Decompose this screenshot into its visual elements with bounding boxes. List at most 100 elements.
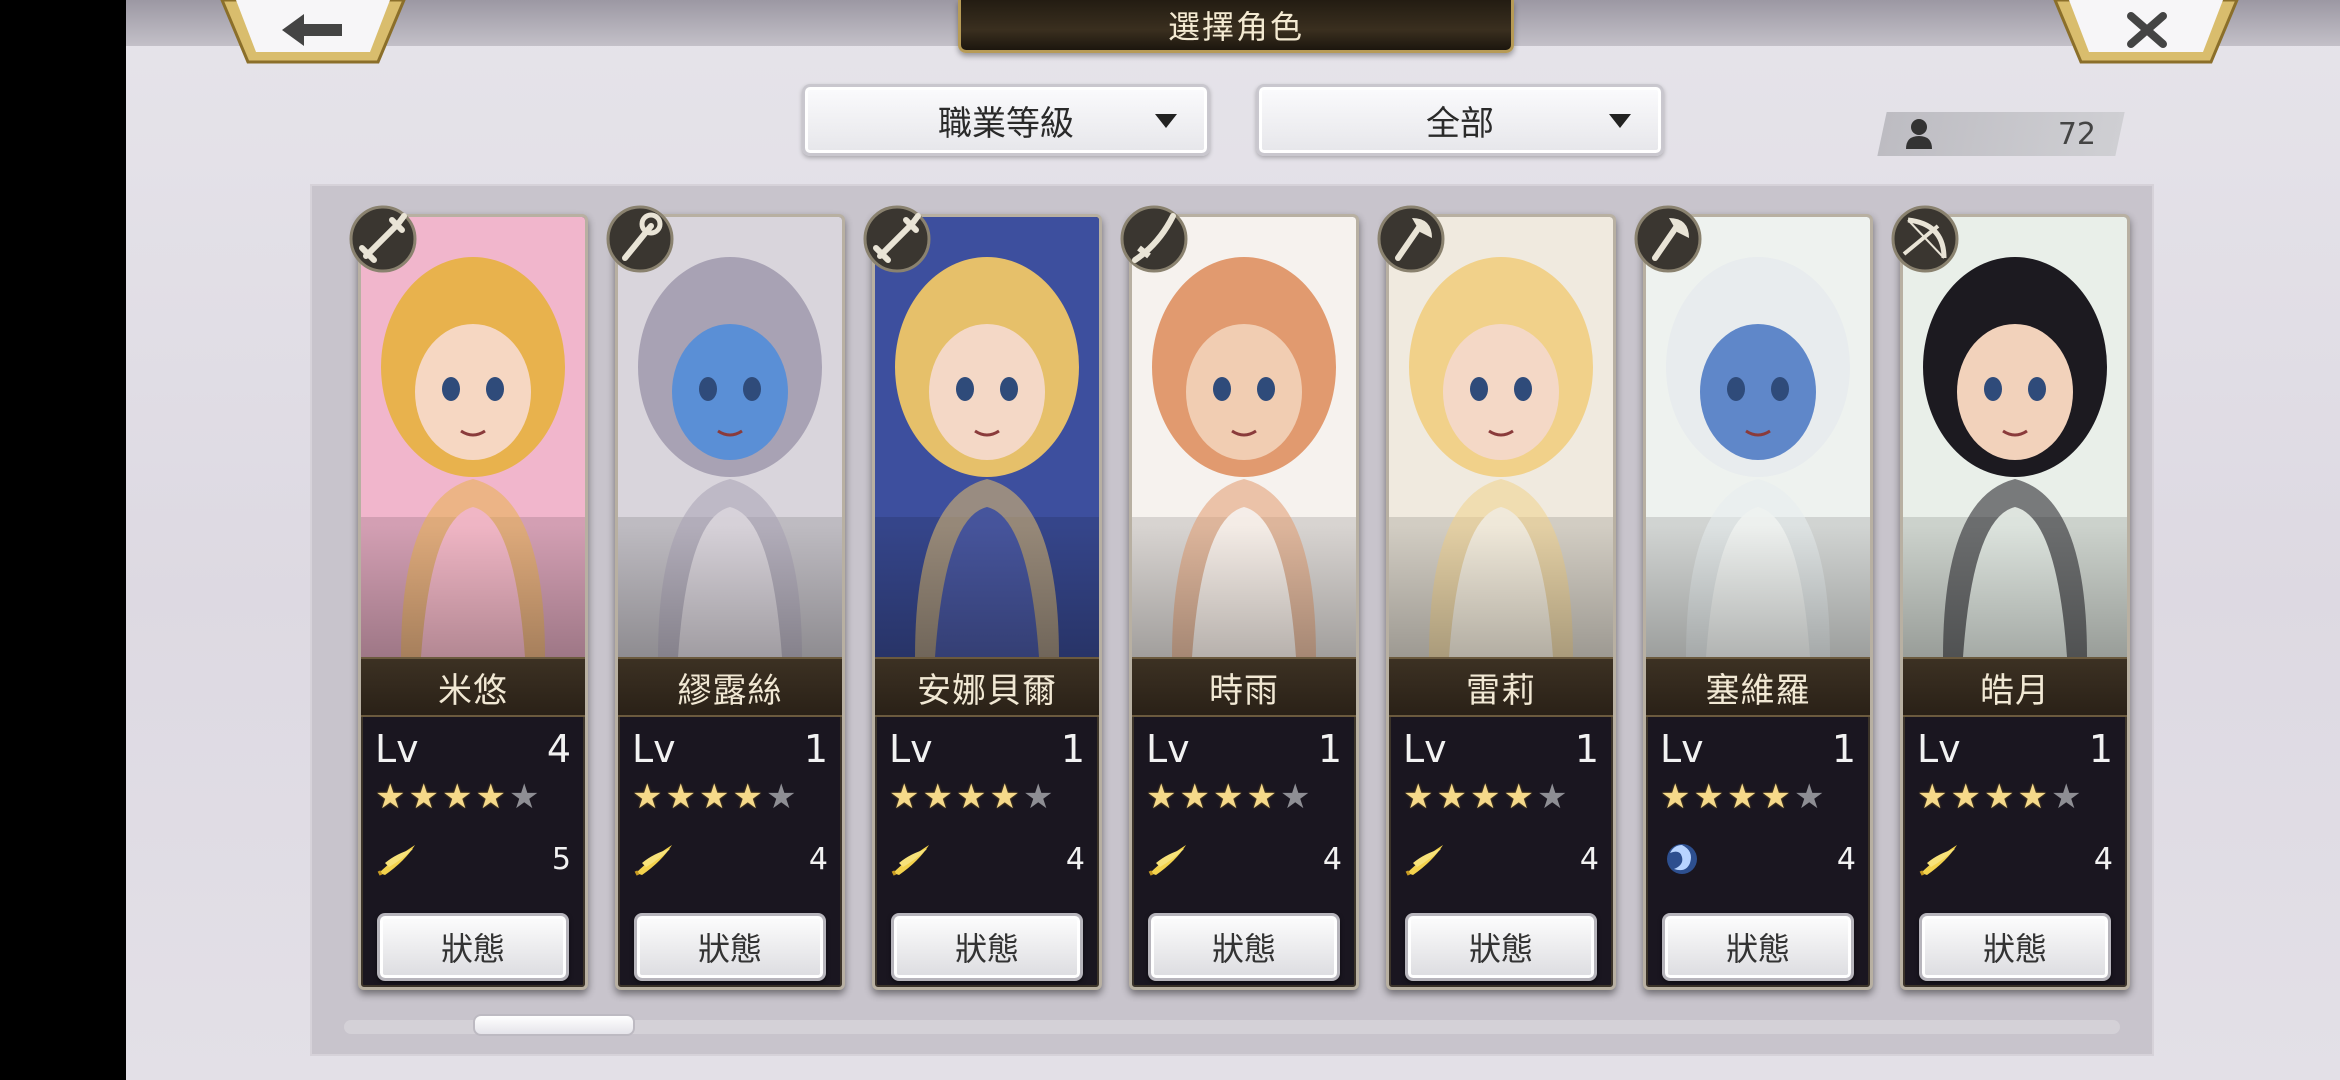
status-button[interactable]: 狀態 [891,913,1083,981]
element-row: 4 [632,837,828,881]
scrollbar-thumb[interactable] [473,1014,636,1036]
level-label: Lv [1403,727,1447,771]
character-card[interactable]: 繆露絲 Lv 1 ★ ★ ★ ★ ★ 4 狀態 [615,214,845,990]
status-button[interactable]: 狀態 [1148,913,1340,981]
character-portrait [1132,217,1356,657]
character-portrait [875,217,1099,657]
star-filled-icon: ★ [1917,777,1948,817]
star-empty-icon: ★ [1536,777,1568,817]
element-count: 4 [1579,841,1599,877]
person-icon [1906,119,1932,149]
wind-element-icon [1148,845,1186,876]
character-portrait-frame [1389,217,1613,657]
element-row: 4 [1917,837,2113,881]
star-filled-icon: ★ [955,777,987,817]
character-card[interactable]: 皓月 Lv 1 ★ ★ ★ ★ ★ 4 狀態 [1900,214,2130,990]
star-filled-icon: ★ [1660,777,1691,817]
level-label: Lv [1146,727,1190,771]
character-portrait [361,217,585,657]
character-card[interactable]: 米悠 Lv 4 ★ ★ ★ ★ ★ 5 狀態 [358,214,588,990]
star-filled-icon: ★ [732,777,763,817]
character-portrait [618,217,842,657]
character-stats: Lv 4 ★ ★ ★ ★ ★ 5 狀態 [361,715,585,987]
level-value: 1 [1831,727,1856,771]
star-filled-icon: ★ [1246,777,1277,817]
star-filled-icon: ★ [1983,777,2015,817]
sword-icon [862,204,932,274]
status-button[interactable]: 狀態 [377,913,569,981]
character-stats: Lv 1 ★ ★ ★ ★ ★ 4 狀態 [1389,715,1613,987]
star-filled-icon: ★ [441,777,473,817]
element-count: 4 [1836,841,1856,877]
character-stats: Lv 1 ★ ★ ★ ★ ★ 4 狀態 [1903,715,2127,987]
rarity-stars: ★ ★ ★ ★ ★ [1917,779,2081,815]
star-filled-icon: ★ [1950,777,1981,817]
element-row: 4 [1660,837,1856,881]
category-dropdown-label: 全部 [1426,103,1494,144]
category-dropdown[interactable]: 全部 [1256,84,1664,156]
roster-count-value: 72 [2057,116,2096,152]
character-portrait [1646,217,1870,657]
element-row: 4 [1146,837,1342,881]
wind-element-icon [634,845,672,876]
character-portrait-frame [361,217,585,657]
level-label: Lv [632,727,676,771]
level-row: Lv 1 [1660,727,1856,771]
level-value: 4 [546,727,571,771]
status-button[interactable]: 狀態 [1662,913,1854,981]
roster-count: 72 [1886,112,2116,156]
katana-icon [1119,204,1189,274]
star-empty-icon: ★ [1022,777,1054,817]
star-filled-icon: ★ [1726,777,1758,817]
axe-icon [1633,204,1703,274]
star-filled-icon: ★ [665,777,696,817]
back-button[interactable] [218,0,408,64]
star-empty-icon: ★ [2050,777,2082,817]
character-stats: Lv 1 ★ ★ ★ ★ ★ 4 狀態 [618,715,842,987]
star-filled-icon: ★ [1212,777,1244,817]
status-button[interactable]: 狀態 [1919,913,2111,981]
character-stats: Lv 1 ★ ★ ★ ★ ★ 4 狀態 [1646,715,1870,987]
character-portrait-frame [1903,217,2127,657]
character-card[interactable]: 塞維羅 Lv 1 ★ ★ ★ ★ ★ 4 狀態 [1643,214,1873,990]
character-card[interactable]: 雷莉 Lv 1 ★ ★ ★ ★ ★ 4 狀態 [1386,214,1616,990]
character-name: 雷莉 [1389,657,1613,717]
star-filled-icon: ★ [632,777,663,817]
star-filled-icon: ★ [1146,777,1177,817]
level-row: Lv 1 [632,727,828,771]
level-value: 1 [803,727,828,771]
status-button[interactable]: 狀態 [634,913,826,981]
rarity-stars: ★ ★ ★ ★ ★ [375,779,539,815]
character-portrait [1389,217,1613,657]
rarity-stars: ★ ★ ★ ★ ★ [632,779,796,815]
element-count: 5 [551,841,571,877]
close-button[interactable] [2051,0,2241,64]
character-portrait-frame [1132,217,1356,657]
character-name: 塞維羅 [1646,657,1870,717]
level-row: Lv 1 [1403,727,1599,771]
axe-icon [1376,204,1446,274]
close-x-icon [2053,0,2239,64]
status-button[interactable]: 狀態 [1405,913,1597,981]
star-empty-icon: ★ [1279,777,1311,817]
water-element-icon [1667,844,1697,874]
level-row: Lv 1 [889,727,1085,771]
character-stats: Lv 1 ★ ★ ★ ★ ★ 4 狀態 [875,715,1099,987]
character-card[interactable]: 時雨 Lv 1 ★ ★ ★ ★ ★ 4 狀態 [1129,214,1359,990]
character-stats: Lv 1 ★ ★ ★ ★ ★ 4 狀態 [1132,715,1356,987]
level-value: 1 [1060,727,1085,771]
element-count: 4 [808,841,828,877]
job-level-dropdown[interactable]: 職業等級 [802,84,1210,156]
caret-down-icon [1609,114,1631,128]
character-portrait [1903,217,2127,657]
character-name: 皓月 [1903,657,2127,717]
level-value: 1 [1574,727,1599,771]
element-row: 4 [1403,837,1599,881]
character-card[interactable]: 安娜貝爾 Lv 1 ★ ★ ★ ★ ★ 4 狀態 [872,214,1102,990]
star-filled-icon: ★ [889,777,920,817]
rarity-stars: ★ ★ ★ ★ ★ [1660,779,1824,815]
character-name: 時雨 [1132,657,1356,717]
element-row: 5 [375,837,571,881]
job-level-dropdown-label: 職業等級 [938,103,1074,144]
rarity-stars: ★ ★ ★ ★ ★ [889,779,1053,815]
